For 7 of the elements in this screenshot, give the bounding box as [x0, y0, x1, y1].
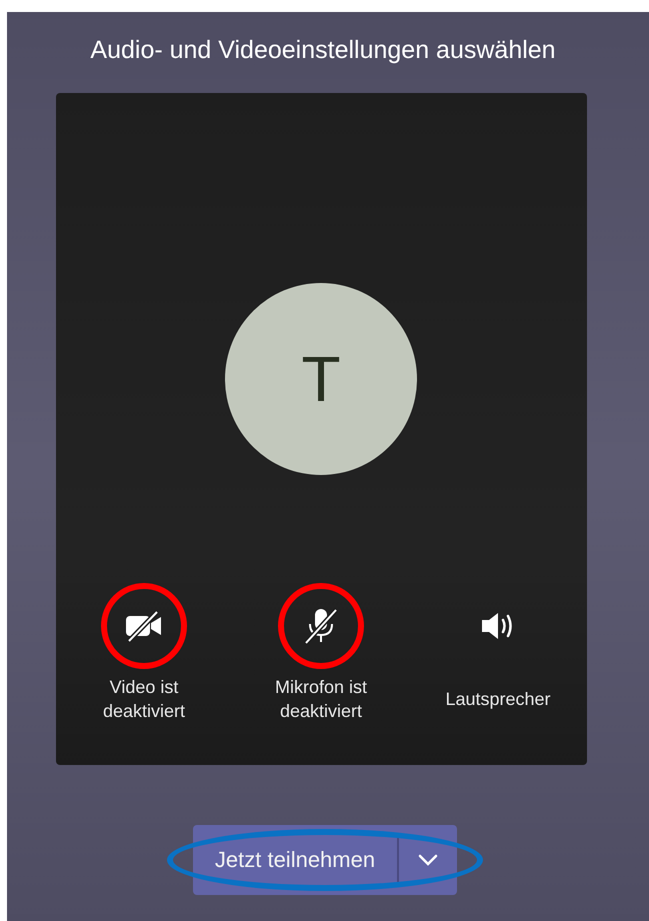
dialog-title: Audio- und Videoeinstellungen auswählen — [90, 36, 556, 65]
control-label: Mikrofon ist deaktiviert — [274, 676, 368, 723]
control-label: Video ist deaktiviert — [102, 676, 186, 723]
avatar: T — [225, 283, 417, 475]
control-label: Lautsprecher — [444, 688, 552, 711]
join-button[interactable]: Jetzt teilnehmen — [192, 825, 398, 895]
chevron-down-icon — [417, 853, 440, 867]
